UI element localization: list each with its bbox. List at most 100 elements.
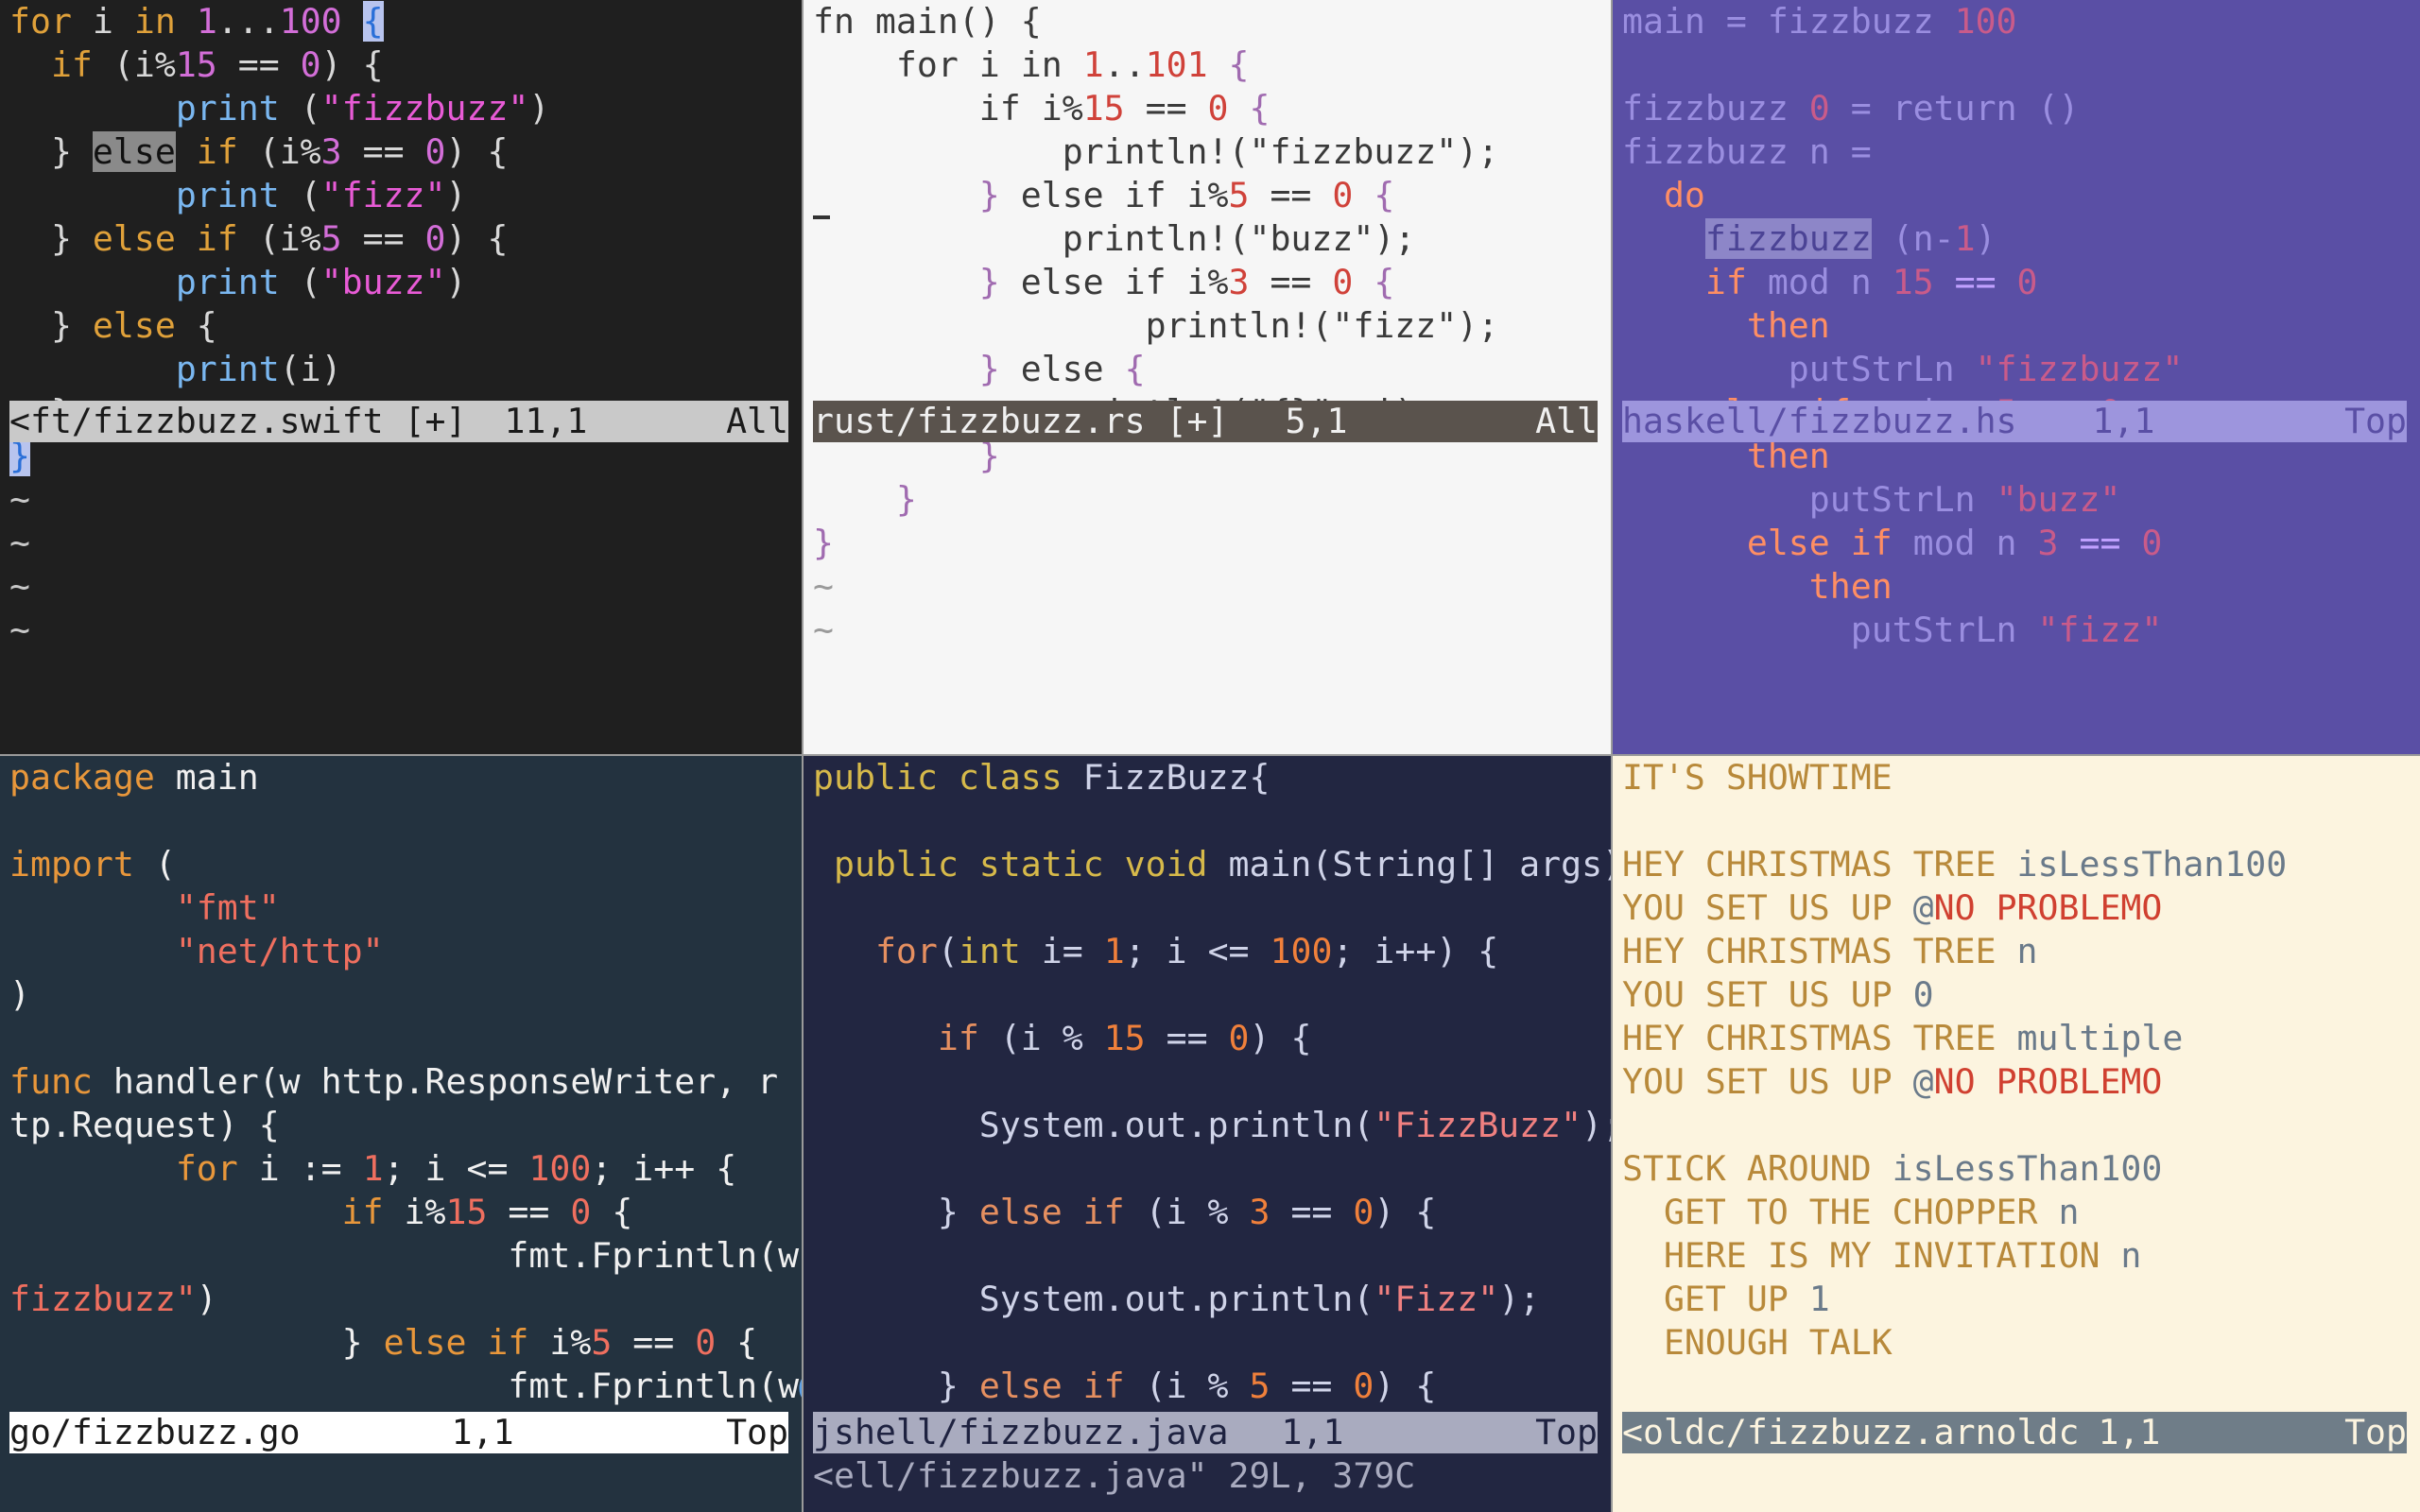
code-line[interactable]: package main (9, 756, 796, 799)
code-line[interactable] (1622, 799, 2414, 843)
code-line[interactable] (1622, 1104, 2414, 1147)
code-line[interactable]: for i := 1; i <= 100; i++ { (9, 1147, 796, 1191)
code-line[interactable]: if (i%15 == 0) { (9, 43, 796, 87)
code-line[interactable]: print(i) (9, 348, 796, 391)
code-line[interactable] (813, 1234, 1605, 1278)
code-line[interactable]: putStrLn "fizzbuzz" (1622, 348, 2414, 391)
haskell-code[interactable]: main = fizzbuzz 100 fizzbuzz 0 = return (… (1622, 0, 2414, 652)
code-line[interactable]: print ("buzz") (9, 261, 796, 304)
code-line[interactable]: ~ (813, 609, 1605, 652)
code-line[interactable]: ~ (9, 565, 796, 609)
code-line[interactable]: for i in 1...100 { (9, 0, 796, 43)
code-line[interactable]: ENOUGH TALK (1622, 1321, 2414, 1365)
code-line[interactable]: STICK AROUND isLessThan100 (1622, 1147, 2414, 1191)
code-line[interactable]: if i%15 == 0 { (813, 87, 1605, 130)
code-line[interactable]: } else if i%5 == 0 { (813, 174, 1605, 217)
code-line[interactable]: then (1622, 304, 2414, 348)
go-pane[interactable]: package main import ( "fmt" "net/http") fu… (0, 756, 802, 1512)
code-line[interactable]: public static void main(String[] args) { (813, 843, 1611, 886)
code-line[interactable] (813, 1147, 1605, 1191)
code-line[interactable]: ~ (9, 478, 796, 522)
code-line[interactable]: fizzbuzz n = (1622, 130, 2414, 174)
code-line[interactable]: fmt.Fprintln(w@@@ (9, 1365, 802, 1408)
vertical-split-divider-left[interactable] (802, 0, 804, 1512)
code-line[interactable]: fizzbuzz (n-1) (1622, 217, 2414, 261)
arnoldc-pane[interactable]: IT'S SHOWTIME HEY CHRISTMAS TREE isLessTh… (1613, 756, 2420, 1512)
code-line[interactable]: else if mod n 3 == 0 (1622, 522, 2414, 565)
code-line[interactable]: HEY CHRISTMAS TREE multiple (1622, 1017, 2414, 1060)
code-line[interactable]: fizzbuzz 0 = return () (1622, 87, 2414, 130)
code-line[interactable]: if i%15 == 0 { (9, 1191, 796, 1234)
code-line[interactable]: for i in 1..101 { (813, 43, 1605, 87)
code-line[interactable]: System.out.println("Fizz"); (813, 1278, 1605, 1321)
code-line[interactable]: func handler(w http.ResponseWriter, r *h… (9, 1060, 802, 1104)
code-line[interactable]: YOU SET US UP @NO PROBLEMO (1622, 1060, 2414, 1104)
code-line[interactable]: println!("fizz"); (813, 304, 1605, 348)
code-line[interactable]: fizzbuzz") (9, 1278, 796, 1321)
code-line[interactable]: GET UP 1 (1622, 1278, 2414, 1321)
code-line[interactable]: putStrLn "fizz" (1622, 609, 2414, 652)
code-line[interactable] (813, 973, 1605, 1017)
code-line[interactable]: ) (9, 973, 796, 1017)
code-line[interactable]: } else if (i%5 == 0) { (9, 217, 796, 261)
code-line[interactable]: main = fizzbuzz 100 (1622, 0, 2414, 43)
java-pane[interactable]: public class FizzBuzz{ public static voi… (804, 756, 1611, 1512)
code-line[interactable]: HEY CHRISTMAS TREE isLessThan100 (1622, 843, 2414, 886)
haskell-pane[interactable]: main = fizzbuzz 100 fizzbuzz 0 = return (… (1613, 0, 2420, 754)
code-line[interactable] (813, 886, 1605, 930)
code-line[interactable]: if mod n 15 == 0 (1622, 261, 2414, 304)
code-line[interactable]: } else if (i % 3 == 0) { (813, 1191, 1605, 1234)
code-line[interactable]: fmt.Fprintln(w, " (9, 1234, 802, 1278)
go-code[interactable]: package main import ( "fmt" "net/http") fu… (9, 756, 802, 1408)
code-line[interactable]: ~ (9, 522, 796, 565)
swift-code[interactable]: for i in 1...100 { if (i%15 == 0) { prin… (9, 0, 796, 652)
code-line[interactable]: "net/http" (9, 930, 796, 973)
code-line[interactable]: } else { (9, 304, 796, 348)
horizontal-split-divider[interactable] (0, 754, 2420, 756)
code-line[interactable]: print ("fizzbuzz") (9, 87, 796, 130)
code-line[interactable]: if (i % 15 == 0) { (813, 1017, 1605, 1060)
rust-code[interactable]: fn main() { for i in 1..101 { if i%15 ==… (813, 0, 1605, 652)
code-line[interactable] (813, 799, 1605, 843)
code-line[interactable] (813, 1060, 1605, 1104)
code-line[interactable]: } (813, 522, 1605, 565)
code-line[interactable]: public class FizzBuzz{ (813, 756, 1605, 799)
code-line[interactable]: putStrLn "buzz" (1622, 478, 2414, 522)
code-line[interactable] (9, 799, 796, 843)
code-line[interactable]: } else { (813, 348, 1605, 391)
code-line[interactable]: } else if (i%3 == 0) { (9, 130, 796, 174)
code-line[interactable]: HEY CHRISTMAS TREE n (1622, 930, 2414, 973)
code-line[interactable] (813, 1321, 1605, 1365)
code-token: { (716, 1322, 758, 1363)
java-code[interactable]: public class FizzBuzz{ public static voi… (813, 756, 1611, 1408)
code-line[interactable] (1622, 43, 2414, 87)
code-line[interactable]: IT'S SHOWTIME (1622, 756, 2414, 799)
code-line[interactable]: YOU SET US UP @NO PROBLEMO (1622, 886, 2414, 930)
code-line[interactable]: ~ (9, 609, 796, 652)
code-line[interactable]: } else if i%5 == 0 { (9, 1321, 796, 1365)
code-line[interactable]: tp.Request) { (9, 1104, 796, 1147)
code-line[interactable]: do (1622, 174, 2414, 217)
code-line[interactable]: System.out.println("FizzBuzz"); (813, 1104, 1611, 1147)
swift-pane[interactable]: for i in 1...100 { if (i%15 == 0) { prin… (0, 0, 802, 754)
code-line[interactable]: then (1622, 565, 2414, 609)
code-line[interactable]: } else if i%3 == 0 { (813, 261, 1605, 304)
rust-pane[interactable]: fn main() { for i in 1..101 { if i%15 ==… (804, 0, 1611, 754)
code-line[interactable]: for(int i= 1; i <= 100; i++) { (813, 930, 1605, 973)
code-line[interactable]: import ( (9, 843, 796, 886)
code-line[interactable]: fn main() { (813, 0, 1605, 43)
code-line[interactable]: HERE IS MY INVITATION n (1622, 1234, 2414, 1278)
arnoldc-code[interactable]: IT'S SHOWTIME HEY CHRISTMAS TREE isLessTh… (1622, 756, 2414, 1365)
code-line[interactable]: println!("fizzbuzz"); (813, 130, 1605, 174)
code-line[interactable]: "fmt" (9, 886, 796, 930)
code-line[interactable]: } (813, 478, 1605, 522)
code-line[interactable]: println!("buzz"); (813, 217, 1605, 261)
code-line[interactable]: GET TO THE CHOPPER n (1622, 1191, 2414, 1234)
code-line[interactable] (9, 1017, 796, 1060)
code-line[interactable]: YOU SET US UP 0 (1622, 973, 2414, 1017)
vertical-split-divider-right[interactable] (1611, 0, 1613, 1512)
code-line[interactable]: print ("fizz") (9, 174, 796, 217)
code-line[interactable]: } else if (i % 5 == 0) { (813, 1365, 1605, 1408)
code-line[interactable]: ~ (813, 565, 1605, 609)
